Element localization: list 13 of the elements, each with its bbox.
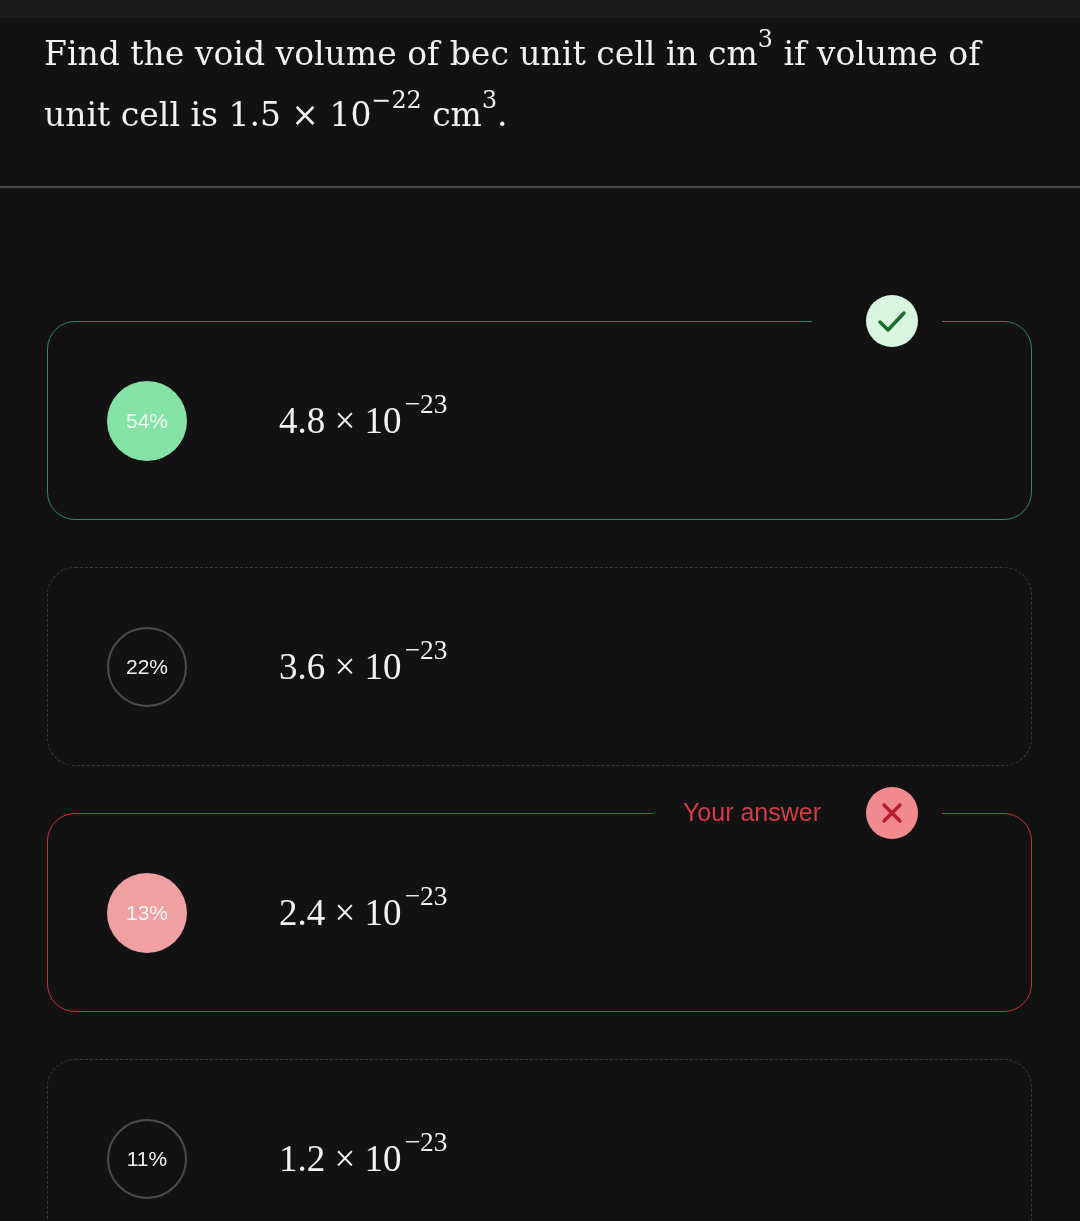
- vote-percentage: 22%: [107, 626, 187, 707]
- answer-text: 1.2 × 10$^{−23}$: [279, 1130, 448, 1181]
- answer-option[interactable]: 11% 1.2 × 10$^{−23}$: [47, 1059, 1032, 1221]
- answer-text: 3.6 × 10$^{−23}$: [279, 638, 448, 689]
- answer-option[interactable]: 22% 3.6 × 10$^{−23}$: [47, 567, 1032, 766]
- vote-percentage: 54%: [107, 380, 187, 461]
- check-icon: [866, 295, 918, 347]
- vote-percentage: 13%: [107, 872, 187, 953]
- cross-icon: [866, 787, 918, 839]
- answer-text: 4.8 × 10$^{−23}$: [279, 392, 448, 443]
- vote-percentage: 11%: [107, 1118, 187, 1199]
- answer-text: 2.4 × 10$^{−23}$: [279, 884, 448, 935]
- question-text: Find the void volume of bec unit cell in cm$^{3}$ if volume of unit cell is 1.5 × 10$^{−22}$ cm$^{3}$.: [43, 24, 984, 136]
